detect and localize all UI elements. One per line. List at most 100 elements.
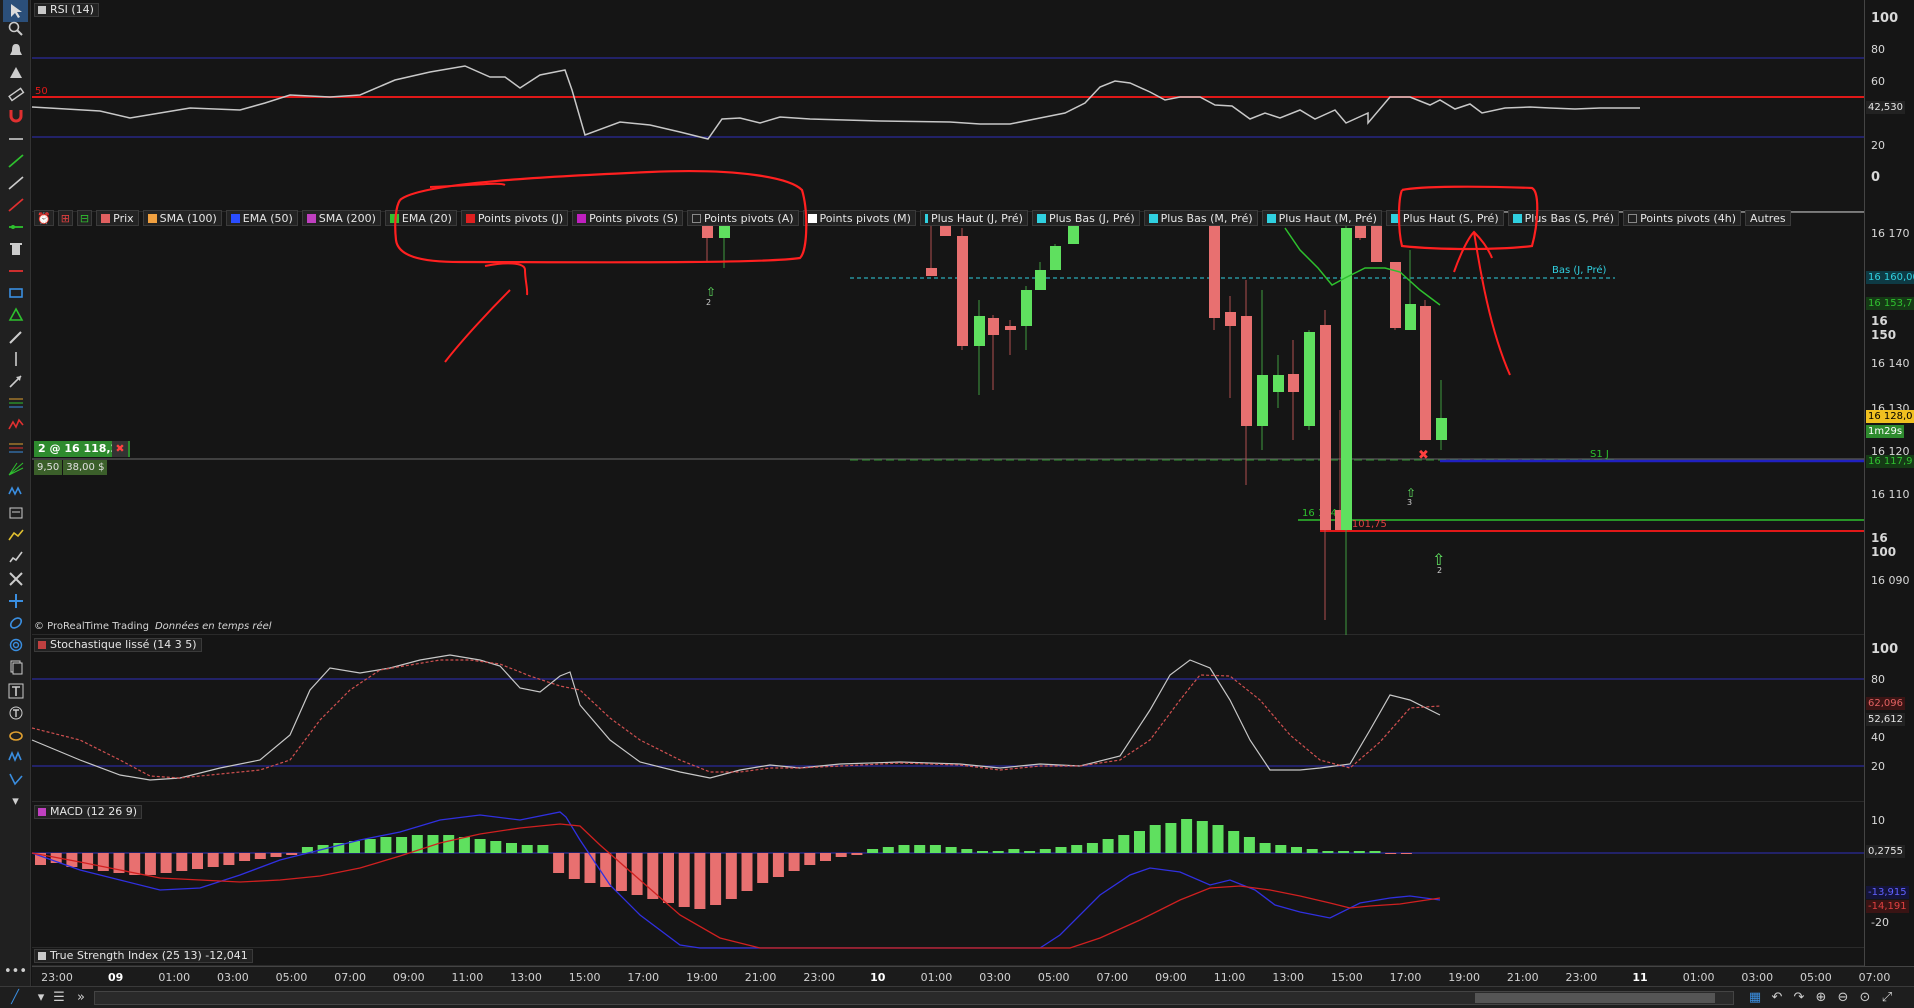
legend-label: Plus Bas (M, Pré) [1160,211,1253,225]
wave-icon[interactable] [3,746,28,768]
legend-plus-haut-j[interactable]: Plus Haut (J, Pré) [919,210,1028,226]
time-axis-tick: 07:00 [334,971,366,984]
undo-icon[interactable]: ↶ [1768,989,1786,1007]
move-icon[interactable] [3,590,28,612]
horizontal-line-icon[interactable] [3,216,28,238]
arrow-icon[interactable] [3,370,28,392]
legend-label: Plus Haut (J, Pré) [930,211,1023,225]
rsi-current-value: 42,530 [1866,101,1905,114]
time-axis-tick: 21:00 [1506,971,1539,984]
alarm-icon[interactable] [3,62,28,84]
fit-icon[interactable]: ⤢ [1878,989,1896,1007]
price-axis: 16 170 16 160,00 16 153,7 16 150 16 140 … [1864,212,1914,635]
tsi-title[interactable]: True Strength Index (25 13) -12,041 [34,949,253,963]
triangle-icon[interactable] [3,304,28,326]
vertical-line-icon[interactable] [3,348,28,370]
dropdown-icon[interactable]: ▾ [32,989,50,1007]
macd-hist-value: 0,2755 [1866,845,1905,858]
legend-pivots-a[interactable]: Points pivots (A) [687,210,799,226]
legend-pivots-j[interactable]: Points pivots (J) [460,210,569,226]
pitchfork-icon[interactable] [3,436,28,458]
more-icon[interactable]: ▾ [3,790,28,812]
settings-icon[interactable] [3,502,28,524]
position-points: 9,50 [34,460,63,475]
add-indicator-icon[interactable]: ⊞ [57,210,73,226]
gann-icon[interactable] [3,458,28,480]
legend-prix[interactable]: Prix [96,210,139,226]
macd-axis: 10 0,2755 -13,915 -14,191 -20 [1864,802,1914,948]
legend-label: SMA (100) [159,211,217,225]
time-scrollbar[interactable] [94,991,1734,1005]
segment-icon[interactable] [3,260,28,282]
legend-swatch [147,213,157,223]
tooltip-icon[interactable] [3,702,28,724]
segment-icon[interactable] [3,524,28,546]
gann-icon[interactable] [3,568,28,590]
ruler-icon[interactable] [3,83,28,105]
wave-icon[interactable] [3,414,28,436]
zoom-out-icon[interactable]: ⊖ [1834,989,1852,1007]
stoch-title[interactable]: Stochastique lissé (14 3 5) [34,638,202,652]
legend-pivots-m[interactable]: Points pivots (M) [802,210,916,226]
price-box-ema: 16 153,7 [1866,297,1914,310]
alarm-icon[interactable]: ⏰ [34,210,54,226]
ellipse-icon[interactable] [3,724,28,746]
time-axis-tick: 05:00 [1037,971,1070,984]
legend-label: EMA (20) [401,211,452,225]
magnet-icon[interactable] [3,104,28,126]
legend-plus-bas-s[interactable]: Plus Bas (S, Pré) [1507,210,1620,226]
pattern-icon[interactable] [3,768,28,790]
legend-sma-100[interactable]: SMA (100) [142,210,222,226]
calendar-icon[interactable]: ▦ [1746,989,1764,1007]
text-icon[interactable] [3,680,28,702]
channel-icon[interactable] [3,194,28,216]
legend-plus-bas-m[interactable]: Plus Bas (M, Pré) [1143,210,1258,226]
fast-forward-icon[interactable]: » [72,989,90,1007]
legend-swatch [1390,213,1400,223]
time-axis-day: 09 [107,971,124,984]
pencil-icon[interactable] [3,326,28,348]
trend-line-icon[interactable] [3,150,28,172]
pattern-icon[interactable] [3,480,28,502]
zoom-icon[interactable] [3,18,28,40]
scroll-thumb[interactable] [1475,993,1715,1003]
rsi-axis-60: 60 [1871,75,1885,88]
legend-plus-haut-s[interactable]: Plus Haut (S, Pré) [1385,210,1504,226]
brush-icon[interactable] [3,546,28,568]
alert-icon[interactable] [3,40,28,62]
macd-title[interactable]: MACD (12 26 9) [34,805,143,819]
chart-type-icon[interactable]: ╱ [6,989,24,1007]
legend-label: EMA (50) [242,211,293,225]
zoom-reset-icon[interactable]: ⊙ [1856,989,1874,1007]
close-position-button[interactable]: ✖ [112,441,128,457]
legend-pivots-4h[interactable]: Points pivots (4h) [1623,210,1741,226]
legend-plus-bas-j[interactable]: Plus Bas (J, Pré) [1031,210,1140,226]
zoom-in-icon[interactable]: ⊕ [1812,989,1830,1007]
legend-ema-50[interactable]: EMA (50) [225,210,298,226]
rectangle-icon[interactable] [3,282,28,304]
spiral-icon[interactable] [3,634,28,656]
line-icon[interactable] [3,128,28,150]
price-panel [32,212,1864,635]
legend-plus-haut-m[interactable]: Plus Haut (M, Pré) [1261,210,1382,226]
redo-icon[interactable]: ↷ [1790,989,1808,1007]
copy-icon[interactable] [3,656,28,678]
more-icon[interactable]: ••• [3,960,28,982]
legend-pivots-s[interactable]: Points pivots (S) [572,210,684,226]
copyright-notice: © ProRealTime Trading Données en temps ré… [34,621,272,632]
time-axis-day: 11 [1632,971,1648,984]
expand-icon[interactable]: ⊟ [76,210,93,226]
time-axis-tick: 09:00 [392,971,425,984]
ellipse-icon[interactable] [3,612,28,634]
tsi-swatch [38,952,46,960]
legend-ema-20[interactable]: EMA (20) [384,210,457,226]
legend-autres[interactable]: Autres [1745,210,1791,226]
trash-icon[interactable] [3,238,28,260]
macd-title-text: MACD (12 26 9) [50,805,138,818]
ray-icon[interactable] [3,172,28,194]
fibonacci-icon[interactable] [3,392,28,414]
time-axis-tick: 03:00 [217,971,249,984]
legend-sma-200[interactable]: SMA (200) [301,210,381,226]
menu-icon[interactable]: ☰ [50,989,68,1007]
rsi-title[interactable]: RSI (14) [34,3,99,17]
